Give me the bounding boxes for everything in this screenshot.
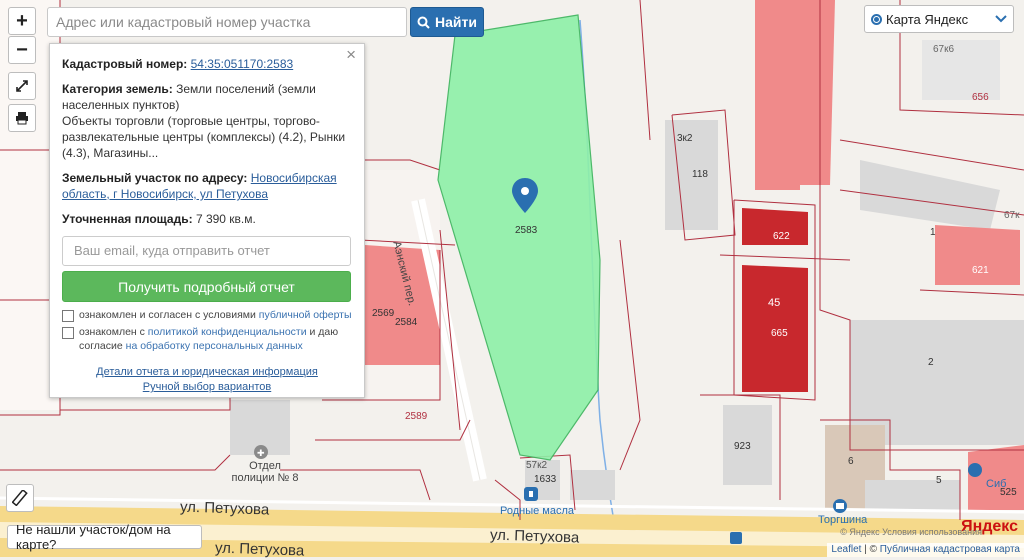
get-report-button[interactable]: Получить подробный отчет (62, 271, 351, 302)
search-input[interactable] (47, 7, 407, 37)
map-layer-label: Карта Яндекс (886, 11, 969, 27)
not-found-button[interactable]: Не нашли участок/дом на карте? (7, 522, 202, 552)
chevron-down-icon (995, 15, 1007, 23)
print-icon (16, 112, 28, 125)
parcel-label: 1633 (534, 474, 557, 485)
find-button-label: Найти (435, 14, 477, 30)
poi-label: Родные масла (500, 505, 575, 517)
area-value: 7 390 кв.м. (195, 212, 256, 226)
parcel-label: 2583 (515, 225, 538, 236)
search-icon (417, 16, 430, 29)
email-field[interactable]: Ваш email, куда отправить отчет (62, 236, 351, 266)
close-icon[interactable]: × (346, 46, 356, 63)
parcel-info-panel: × Кадастровый номер: 54:35:051170:2583 К… (49, 43, 365, 398)
consent-privacy-checkbox[interactable] (62, 327, 74, 339)
cadastral-number-label: Кадастровый номер: (62, 57, 188, 71)
offer-link[interactable]: публичной оферты (259, 309, 352, 321)
consent-offer-text: ознакомлен и согласен с условиями (79, 309, 259, 321)
poi-label: Сиб (986, 478, 1007, 490)
parcel-label: 2584 (395, 317, 418, 328)
street-label: ул. Петухова (179, 498, 270, 519)
radio-icon (871, 13, 882, 25)
parcel-label: 923 (734, 441, 751, 452)
metro-icon (730, 532, 742, 544)
ruler-button[interactable] (6, 484, 34, 512)
consent-offer-checkbox[interactable] (62, 310, 74, 322)
building-label: 6 (848, 456, 854, 467)
fullscreen-button[interactable] (8, 72, 36, 100)
street-label: ул. Петухова (489, 526, 580, 547)
print-button[interactable] (8, 104, 36, 132)
building-label: 3к2 (677, 133, 693, 144)
police-icon: ✚ (254, 445, 268, 459)
report-details-link[interactable]: Детали отчета и юридическая информация (96, 366, 318, 378)
consent-privacy-text: ознакомлен с (79, 326, 148, 338)
building-label: 45 (768, 297, 781, 309)
bus-icon (833, 499, 847, 513)
privacy-link[interactable]: политикой конфиденциальности (148, 326, 307, 338)
parcel-label: 2569 (372, 308, 395, 319)
yandex-terms[interactable]: © Яндекс Условия использования (840, 527, 982, 537)
poi-label: Отдел полиции № 8 (231, 460, 299, 484)
map-layer-select[interactable]: Карта Яндекс (864, 5, 1014, 33)
manual-select-link[interactable]: Ручной выбор вариантов (143, 381, 271, 393)
land-use-value: Объекты торговли (торговые центры, торго… (62, 114, 346, 160)
svg-text:✚: ✚ (257, 449, 265, 459)
fullscreen-icon (16, 80, 28, 92)
shop-icon (968, 463, 982, 477)
attribution-sep: | © (861, 544, 880, 555)
zoom-out-button[interactable]: − (8, 36, 36, 64)
parcel-label: 621 (972, 265, 989, 276)
address-label: Земельный участок по адресу: (62, 171, 248, 185)
parcel-label: 622 (773, 231, 790, 242)
personal-data-link[interactable]: на обработку персональных данных (126, 340, 303, 352)
building-label: 5 (936, 475, 942, 486)
consent-offer[interactable]: ознакомлен и согласен с условиями публич… (62, 308, 352, 322)
building-label: 57к2 (526, 460, 548, 471)
consent-privacy[interactable]: ознакомлен с политикой конфиденциальност… (62, 325, 352, 353)
ruler-icon (12, 490, 28, 506)
building-label: 67к6 (933, 44, 955, 55)
poi-label: Торгшина (818, 514, 868, 526)
fuel-icon (524, 487, 538, 501)
zoom-in-button[interactable]: + (8, 7, 36, 35)
pkk-link[interactable]: Публичная кадастровая карта (880, 544, 1020, 555)
parcel-label: 2589 (405, 411, 428, 422)
map-attribution: Leaflet | © Публичная кадастровая карта (827, 543, 1024, 557)
leaflet-link[interactable]: Leaflet (831, 544, 861, 555)
parcel-label: 665 (771, 328, 788, 339)
parcel-label: 656 (972, 92, 989, 103)
parcel-label: 118 (692, 169, 708, 180)
area-label: Уточненная площадь: (62, 212, 193, 226)
building-label: 67к (1004, 210, 1020, 221)
building-label: 2 (928, 357, 934, 368)
cadastral-number-link[interactable]: 54:35:051170:2583 (191, 57, 294, 71)
building-label: 1 (930, 227, 936, 238)
find-button[interactable]: Найти (410, 7, 484, 37)
land-category-label: Категория земель: (62, 82, 173, 96)
